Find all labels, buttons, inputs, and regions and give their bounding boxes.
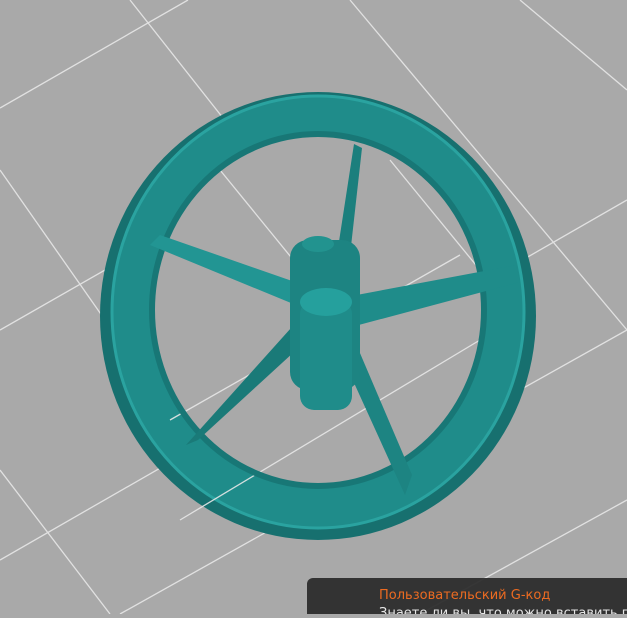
wheel-hub bbox=[290, 236, 360, 410]
hint-notification[interactable]: Пользовательский G-код Знаете ли вы, что… bbox=[307, 578, 627, 614]
hint-body-text: Знаете ли вы, что можно вставить пол bbox=[379, 606, 627, 614]
wheel-model[interactable] bbox=[100, 92, 536, 540]
3d-viewport[interactable] bbox=[0, 0, 627, 615]
hint-title: Пользовательский G-код bbox=[379, 588, 551, 603]
